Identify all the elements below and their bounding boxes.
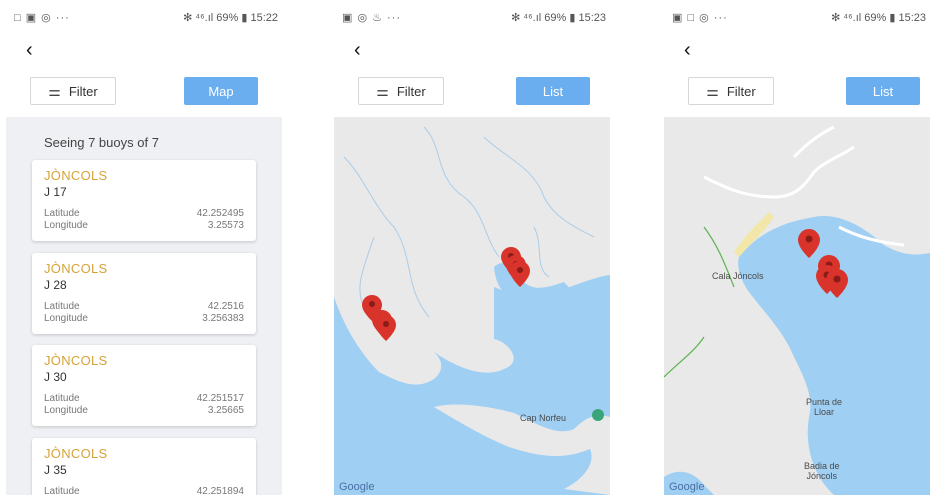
list-toggle-button[interactable]: List: [846, 77, 920, 105]
map-canvas[interactable]: [334, 117, 610, 495]
latitude-value: 42.252495: [196, 208, 244, 219]
map-label-punta-line2: Lloar: [814, 407, 835, 417]
back-button[interactable]: ‹: [26, 40, 33, 60]
latitude-value: 42.2516: [207, 301, 244, 312]
list-toggle-button[interactable]: List: [516, 77, 590, 105]
buoy-name: JÒNCOLS: [44, 168, 108, 183]
map-label-punta-line1: Punta de: [806, 397, 843, 407]
status-icons-right: ✻ ⁴⁶.ıl 69% ▮ 15:23: [511, 12, 606, 24]
map-toggle-button[interactable]: Map: [184, 77, 258, 105]
longitude-value: 3.256383: [202, 313, 244, 324]
map-screen-overview: ▣ ◎ ♨ ··· ✻ ⁴⁶.ıl 69% ▮ 15:23 ‹ ⚌ Filter…: [334, 0, 610, 495]
sliders-icon: ⚌: [48, 82, 61, 99]
filter-label: Filter: [68, 83, 98, 99]
buoy-name: JÒNCOLS: [44, 446, 108, 461]
results-count: Seeing 7 buoys of 7: [44, 135, 159, 150]
map-label-badia-de-joncols: Badia de Jóncols: [804, 461, 840, 481]
buoy-code: J 35: [44, 463, 67, 477]
list-screen: □ ▣ ◎ ··· ✻ ⁴⁶.ıl 69% ▮ 15:22 ‹ ⚌ Filter…: [6, 0, 282, 495]
map-screen-detail: ▣ □ ◎ ··· ✻ ⁴⁶.ıl 69% ▮ 15:23 ‹ ⚌ Filter…: [664, 0, 930, 495]
buoy-code: J 28: [44, 278, 67, 292]
latitude-label: Latitude: [44, 393, 80, 404]
sliders-icon: ⚌: [376, 82, 389, 99]
status-icons-left: □ ▣ ◎ ···: [14, 12, 70, 24]
back-button[interactable]: ‹: [684, 40, 691, 60]
map-label-punta-de-lloar: Punta de Lloar: [806, 397, 842, 417]
buoy-card[interactable]: JÒNCOLS J 35 Latitude 42.251894: [32, 438, 256, 495]
status-icons-right: ✻ ⁴⁶.ıl 69% ▮ 15:22: [183, 12, 278, 24]
filter-label: Filter: [396, 83, 426, 99]
status-bar: □ ▣ ◎ ··· ✻ ⁴⁶.ıl 69% ▮ 15:22: [6, 0, 282, 30]
longitude-label: Longitude: [44, 405, 88, 416]
latitude-label: Latitude: [44, 301, 80, 312]
status-icons-left: ▣ □ ◎ ···: [672, 12, 728, 24]
buoy-name: JÒNCOLS: [44, 353, 108, 368]
buoy-code: J 30: [44, 370, 67, 384]
buoy-card[interactable]: JÒNCOLS J 30 Latitude 42.251517 Longitud…: [32, 345, 256, 426]
map-label-badia-line1: Badia de: [804, 461, 840, 471]
map-label-badia-line2: Jóncols: [806, 471, 838, 481]
filter-button[interactable]: ⚌ Filter: [688, 77, 774, 105]
longitude-label: Longitude: [44, 220, 88, 231]
buoy-code: J 17: [44, 185, 67, 199]
filter-button[interactable]: ⚌ Filter: [30, 77, 116, 105]
place-marker-icon[interactable]: [592, 409, 604, 421]
status-icons-left: ▣ ◎ ♨ ···: [342, 12, 402, 24]
latitude-label: Latitude: [44, 208, 80, 219]
buoy-card[interactable]: JÒNCOLS J 17 Latitude 42.252495 Longitud…: [32, 160, 256, 241]
filter-label: Filter: [726, 83, 756, 99]
sliders-icon: ⚌: [706, 82, 719, 99]
longitude-value: 3.25665: [207, 405, 244, 416]
latitude-value: 42.251894: [196, 486, 244, 495]
map-label-cala-joncols: Cala Jóncols: [712, 271, 764, 281]
google-logo: Google: [669, 481, 705, 493]
map-label-cap-norfeu: Cap Norfeu: [520, 413, 567, 423]
back-button[interactable]: ‹: [354, 40, 361, 60]
google-logo: Google: [339, 481, 375, 493]
latitude-value: 42.251517: [196, 393, 244, 404]
longitude-label: Longitude: [44, 313, 88, 324]
filter-button[interactable]: ⚌ Filter: [358, 77, 444, 105]
map-view[interactable]: Cap Norfeu Google: [334, 117, 610, 495]
buoy-card[interactable]: JÒNCOLS J 28 Latitude 42.2516 Longitude …: [32, 253, 256, 334]
buoy-name: JÒNCOLS: [44, 261, 108, 276]
map-view[interactable]: Cala Jóncols Punta de Lloar Badia de Jón…: [664, 117, 930, 495]
status-icons-right: ✻ ⁴⁶.ıl 69% ▮ 15:23: [831, 12, 926, 24]
status-bar: ▣ □ ◎ ··· ✻ ⁴⁶.ıl 69% ▮ 15:23: [664, 0, 930, 30]
longitude-value: 3.25573: [207, 220, 244, 231]
map-canvas[interactable]: [664, 117, 930, 495]
buoy-list: Seeing 7 buoys of 7 JÒNCOLS J 17 Latitud…: [6, 117, 282, 495]
status-bar: ▣ ◎ ♨ ··· ✻ ⁴⁶.ıl 69% ▮ 15:23: [334, 0, 610, 30]
latitude-label: Latitude: [44, 486, 80, 495]
